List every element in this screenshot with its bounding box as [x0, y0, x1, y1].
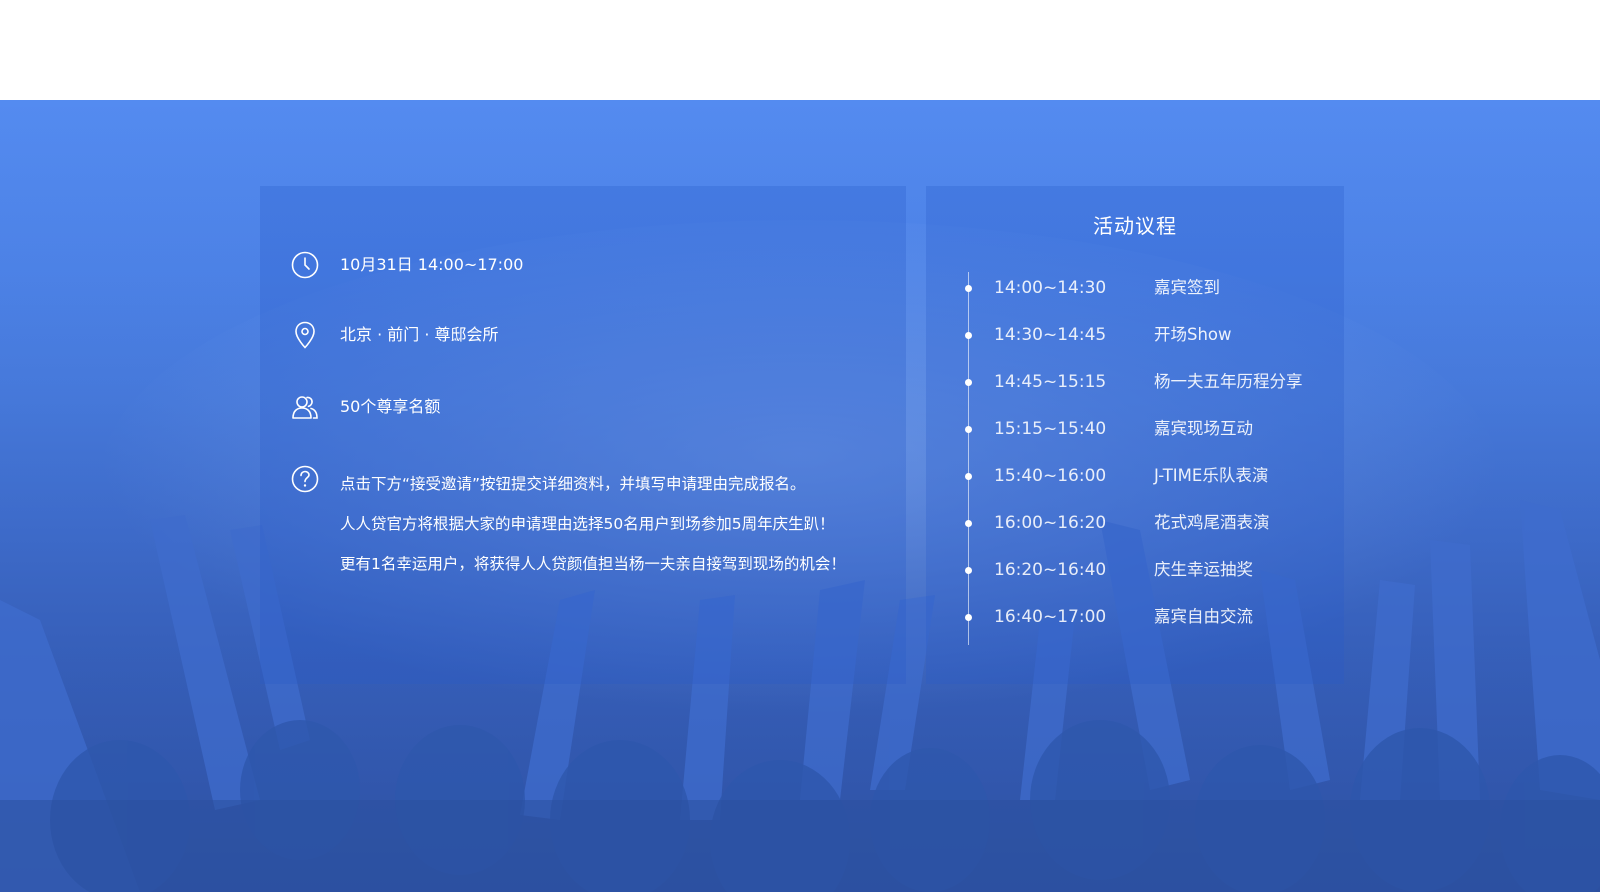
- timeline-dot: [965, 426, 972, 433]
- datetime-row: 10月31日 14:00~17:00: [290, 250, 523, 280]
- hero-banner: 10月31日 14:00~17:00 北京 · 前门 · 尊邸会所 50个尊享名…: [0, 100, 1600, 892]
- agenda-event: 嘉宾签到: [1154, 278, 1220, 297]
- timeline-dot: [965, 520, 972, 527]
- agenda-time: 16:40~17:00: [994, 607, 1107, 627]
- quota-row: 50个尊享名额: [290, 392, 440, 422]
- agenda-item: 15:15~15:40 嘉宾现场互动: [926, 414, 1344, 444]
- timeline-dot: [965, 567, 972, 574]
- agenda-time: 14:45~15:15: [994, 372, 1107, 392]
- agenda-time: 16:20~16:40: [994, 560, 1107, 580]
- users-icon: [292, 396, 318, 419]
- agenda-event: 杨一夫五年历程分享: [1154, 372, 1303, 391]
- agenda-time: 14:00~14:30: [994, 278, 1107, 298]
- agenda-item: 16:00~16:20 花式鸡尾酒表演: [926, 508, 1344, 538]
- event-description: 点击下方“接受邀请”按钮提交详细资料，并填写申请理由完成报名。 人人贷官方将根据…: [340, 464, 846, 584]
- timeline-dot: [965, 379, 972, 386]
- agenda-time: 15:40~16:00: [994, 466, 1107, 486]
- agenda-event: 花式鸡尾酒表演: [1154, 513, 1270, 532]
- agenda-item: 14:45~15:15 杨一夫五年历程分享: [926, 367, 1344, 397]
- agenda-time: 16:00~16:20: [994, 513, 1107, 533]
- agenda-time: 14:30~14:45: [994, 325, 1107, 345]
- clock-icon: [291, 251, 319, 279]
- agenda-event: 嘉宾自由交流: [1154, 607, 1253, 626]
- question-icon: [291, 465, 319, 493]
- event-location: 北京 · 前门 · 尊邸会所: [340, 325, 499, 344]
- timeline-dot: [965, 473, 972, 480]
- event-datetime: 10月31日 14:00~17:00: [340, 255, 524, 274]
- agenda-item: 14:00~14:30 嘉宾签到: [926, 273, 1344, 303]
- agenda-title: 活动议程: [1093, 214, 1177, 238]
- agenda-panel: 活动议程 14:00~14:30 嘉宾签到 14:30~14:45 开场Show…: [926, 186, 1344, 684]
- location-row: 北京 · 前门 · 尊邸会所: [290, 320, 499, 350]
- page: 10月31日 14:00~17:00 北京 · 前门 · 尊邸会所 50个尊享名…: [0, 0, 1600, 892]
- description-line: 更有1名幸运用户，将获得人人贷颜值担当杨一夫亲自接驾到现场的机会！: [340, 555, 846, 573]
- location-pin-icon: [295, 321, 315, 349]
- description-line: 点击下方“接受邀请”按钮提交详细资料，并填写申请理由完成报名。: [340, 475, 806, 493]
- agenda-event: 开场Show: [1154, 325, 1232, 344]
- agenda-item: 15:40~16:00 J-TIME乐队表演: [926, 461, 1344, 491]
- agenda-item: 14:30~14:45 开场Show: [926, 320, 1344, 350]
- agenda-item: 16:40~17:00 嘉宾自由交流: [926, 602, 1344, 632]
- description-line: 人人贷官方将根据大家的申请理由选择50名用户到场参加5周年庆生趴！: [340, 515, 835, 533]
- agenda-event: J-TIME乐队表演: [1154, 466, 1269, 485]
- agenda-event: 嘉宾现场互动: [1154, 419, 1253, 438]
- event-info-panel: 10月31日 14:00~17:00 北京 · 前门 · 尊邸会所 50个尊享名…: [260, 186, 906, 684]
- timeline-dot: [965, 614, 972, 621]
- agenda-event: 庆生幸运抽奖: [1154, 560, 1253, 579]
- description-row: 点击下方“接受邀请”按钮提交详细资料，并填写申请理由完成报名。 人人贷官方将根据…: [290, 464, 846, 584]
- agenda-time: 15:15~15:40: [994, 419, 1107, 439]
- event-quota: 50个尊享名额: [340, 397, 441, 416]
- timeline-dot: [965, 285, 972, 292]
- timeline-dot: [965, 332, 972, 339]
- agenda-item: 16:20~16:40 庆生幸运抽奖: [926, 555, 1344, 585]
